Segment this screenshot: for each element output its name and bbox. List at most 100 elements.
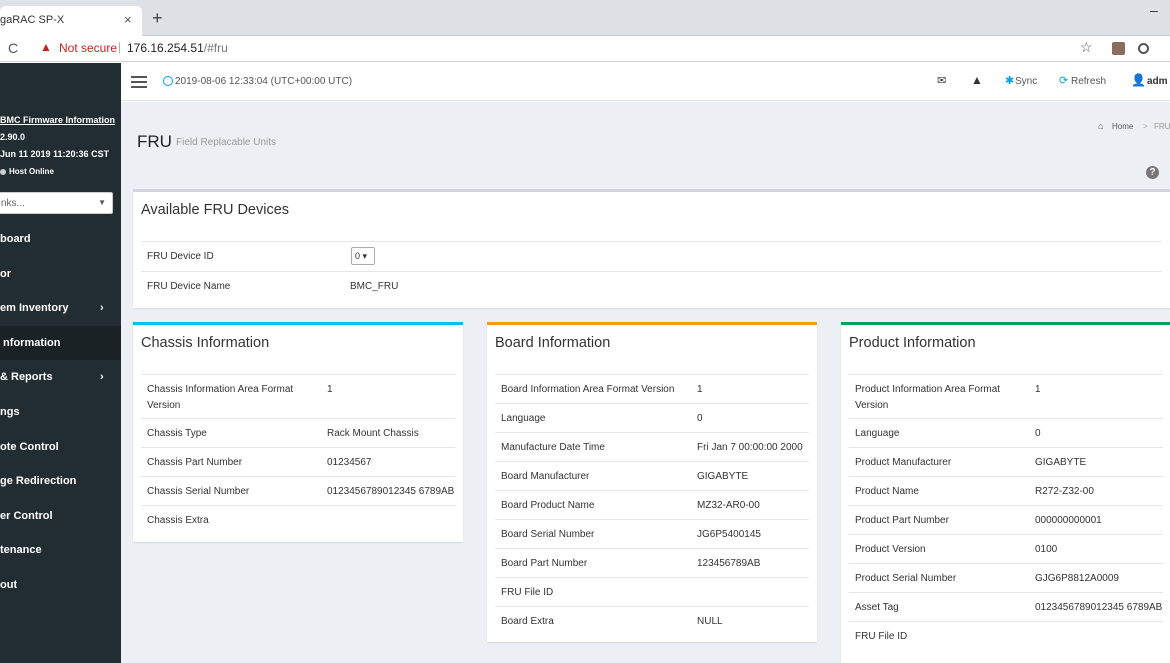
star-icon[interactable]: ☆ [1080,39,1093,56]
mail-icon[interactable]: ✉ [937,74,946,87]
alert-icon[interactable]: ▲ [971,73,983,87]
row-label: Chassis Part Number [147,457,243,468]
row-label: Product Name [855,486,919,497]
sidebar-item-maintenance[interactable]: tenance [0,533,121,568]
reload-icon[interactable]: C [8,40,18,56]
sync-button[interactable]: Sync [1015,76,1037,87]
available-fru-devices-box: Available FRU Devices FRU Device ID 0 ▾ … [133,189,1170,308]
sidebar-item-label: ote Control [0,440,59,453]
row-value: 01234567 [327,457,372,468]
table-row: Product Information Area Format Version 1 [849,375,1163,419]
table-row: Chassis Serial Number 0123456789012345 67… [141,477,455,506]
breadcrumb-current: FRU [1154,122,1170,131]
table-row: Chassis Extra [141,506,455,535]
sidebar-item-label: or [0,267,11,280]
row-value: R272-Z32-00 [1035,486,1094,497]
extension-icon[interactable] [1112,42,1125,55]
row-label: Asset Tag [855,602,899,613]
home-icon[interactable]: ⌂ [1098,121,1103,131]
row-label: Board Manufacturer [501,471,590,482]
available-fru-title: Available FRU Devices [141,202,290,218]
table-row: FRU Device ID 0 ▾ [141,242,1162,272]
sidebar: BMC Firmware Information 2.90.0 Jun 11 2… [0,63,121,663]
board-information-box: Board Information Board Information Area… [487,322,817,642]
product-information-box: Product Information Product Information … [841,322,1170,663]
chassis-table: Chassis Information Area Format Version 1… [141,374,455,535]
table-row: Product Name R272-Z32-00 [849,477,1163,506]
firmware-info: BMC Firmware Information 2.90.0 Jun 11 2… [0,112,115,180]
row-label: Board Part Number [501,558,588,569]
new-tab-icon[interactable]: + [152,9,163,27]
help-icon[interactable]: ? [1146,166,1159,179]
sidebar-item-label: Information [0,336,61,349]
row-value: Rack Mount Chassis [327,428,419,439]
minimize-icon[interactable]: – [1150,2,1158,18]
firmware-version: 2.90.0 [0,132,26,142]
table-row: Chassis Part Number 01234567 [141,448,455,477]
row-label: Chassis Information Area Format Version [147,384,294,411]
clock-icon [163,76,173,86]
sidebar-item-sensor[interactable]: or [0,257,121,292]
row-value: GIGABYTE [1035,457,1087,468]
sidebar-item-label: er Control [0,509,53,522]
table-row: Board Serial Number JG6P5400145 [495,520,809,549]
table-row: Asset Tag 0123456789012345 6789AB [849,593,1163,622]
sidebar-nav: board or em Inventory › Information & Rep… [0,222,121,603]
sidebar-item-sign-out[interactable]: out [0,568,121,603]
refresh-icon[interactable]: ⟳ [1059,74,1068,87]
sidebar-item-remote-control[interactable]: ote Control [0,430,121,465]
host-status-label: Host Online [9,167,54,176]
user-icon[interactable]: 👤 [1131,73,1146,87]
row-value: 000000000001 [1035,515,1102,526]
sidebar-item-fru-information[interactable]: Information [0,325,121,361]
sidebar-item-label: & Reports [0,371,53,384]
table-row: Language 0 [849,419,1163,448]
firmware-title-link[interactable]: BMC Firmware Information [0,112,115,129]
sidebar-item-image-redirection[interactable]: ge Redirection [0,464,121,499]
profile-icon[interactable] [1138,43,1149,54]
sidebar-item-settings[interactable]: ngs [0,395,121,430]
breadcrumb-home[interactable]: Home [1112,122,1133,131]
not-secure-label[interactable]: Not secure [59,41,117,55]
firmware-date: Jun 11 2019 11:20:36 CST [0,149,110,159]
table-row: Product Version 0100 [849,535,1163,564]
quick-links-select[interactable]: nks... ▼ [0,192,113,214]
row-label: Board Information Area Format Version [501,384,675,395]
row-value: 123456789AB [697,558,761,569]
refresh-button[interactable]: Refresh [1071,76,1106,87]
row-label: Product Part Number [855,515,949,526]
warning-icon: ▲ [40,40,52,54]
sidebar-item-power-control[interactable]: er Control [0,499,121,534]
caret-down-icon: ▼ [98,198,106,207]
row-value: 0 [697,413,703,424]
browser-tab[interactable]: gaRAC SP-X × [0,6,142,36]
table-row: Chassis Information Area Format Version 1 [141,375,455,419]
sidebar-item-logs-reports[interactable]: & Reports › [0,360,121,395]
row-label: Product Information Area Format Version [855,384,1001,411]
table-row: Chassis Type Rack Mount Chassis [141,419,455,448]
user-menu[interactable]: adm [1147,76,1168,87]
row-value: 0 [1035,428,1041,439]
sidebar-item-label: ge Redirection [0,475,77,488]
top-header: 2019-08-06 12:33:04 (UTC+00:00 UTC) ✉ ▲ … [121,63,1170,101]
close-icon[interactable]: × [124,12,132,27]
row-value: GIGABYTE [697,471,749,482]
hamburger-icon[interactable] [131,76,147,88]
row-label: Board Serial Number [501,529,595,540]
sidebar-item-system-inventory[interactable]: em Inventory › [0,291,121,326]
sidebar-item-label: out [0,578,18,591]
row-value: 1 [697,384,703,395]
row-label: Board Product Name [501,500,595,511]
product-table: Product Information Area Format Version 1… [849,374,1163,651]
row-label: Manufacture Date Time [501,442,605,453]
row-value: 0100 [1035,544,1058,555]
sidebar-item-dashboard[interactable]: board [0,222,121,257]
quick-links-placeholder: nks... [1,198,25,209]
fru-device-id-select[interactable]: 0 ▾ [351,247,375,265]
table-row: Product Part Number 000000000001 [849,506,1163,535]
sidebar-item-label: tenance [0,544,42,557]
fru-device-name-value: BMC_FRU [350,281,399,292]
url-hash: /#fru [203,41,228,55]
url-field[interactable]: 176.16.254.51/#fru [127,41,228,55]
sync-icon[interactable]: ✱ [1005,74,1014,87]
